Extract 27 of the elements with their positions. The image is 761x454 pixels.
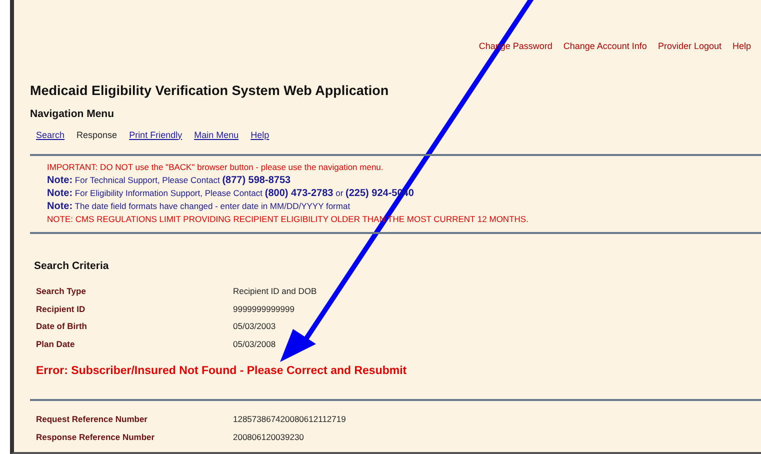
nav-link[interactable]: Print Friendly: [129, 128, 182, 142]
field-value: 05/03/2008: [233, 338, 277, 351]
nav-link[interactable]: Main Menu: [194, 128, 239, 142]
field-label: Request Reference Number: [36, 413, 148, 426]
nav-link[interactable]: Search: [36, 128, 65, 142]
warning-text: IMPORTANT: DO NOT use the "BACK" browser button - please use the navigation menu.: [47, 161, 384, 174]
header-link[interactable]: Provider Logout: [658, 40, 722, 54]
field-label: Search Type: [36, 284, 87, 298]
field-value: Recipient ID and DOB: [233, 284, 318, 298]
nav-link[interactable]: Response: [76, 128, 118, 142]
field-label: Date of Birth: [36, 320, 88, 333]
field-label: Plan Date: [36, 338, 76, 351]
section-heading: Search Criteria: [34, 259, 110, 274]
field-label: Recipient ID: [36, 302, 86, 316]
nav-link[interactable]: Help: [250, 128, 270, 142]
field-value: 9999999999999: [233, 302, 296, 316]
error-message: Error: Subscriber/Insured Not Found - Please Correct and Resubmit: [36, 364, 408, 379]
page-title: Medicaid Eligibility Verification System Web Application: [30, 82, 390, 100]
note-text: Note: For Technical Support, Please Contact (877) 598-8753: [47, 174, 292, 187]
field-value: 200806120039230: [233, 430, 305, 444]
header-link[interactable]: Change Account Info: [563, 40, 647, 54]
field-value: 128573867420080612112719: [233, 413, 347, 426]
section-heading: Navigation Menu: [30, 106, 116, 122]
header-link[interactable]: Help: [732, 40, 751, 54]
field-label: Response Reference Number: [36, 430, 156, 444]
note-text: Note: The date field formats have changed - enter date in MM/DD/YYYY format: [47, 200, 352, 213]
field-value: 05/03/2003: [233, 320, 277, 333]
